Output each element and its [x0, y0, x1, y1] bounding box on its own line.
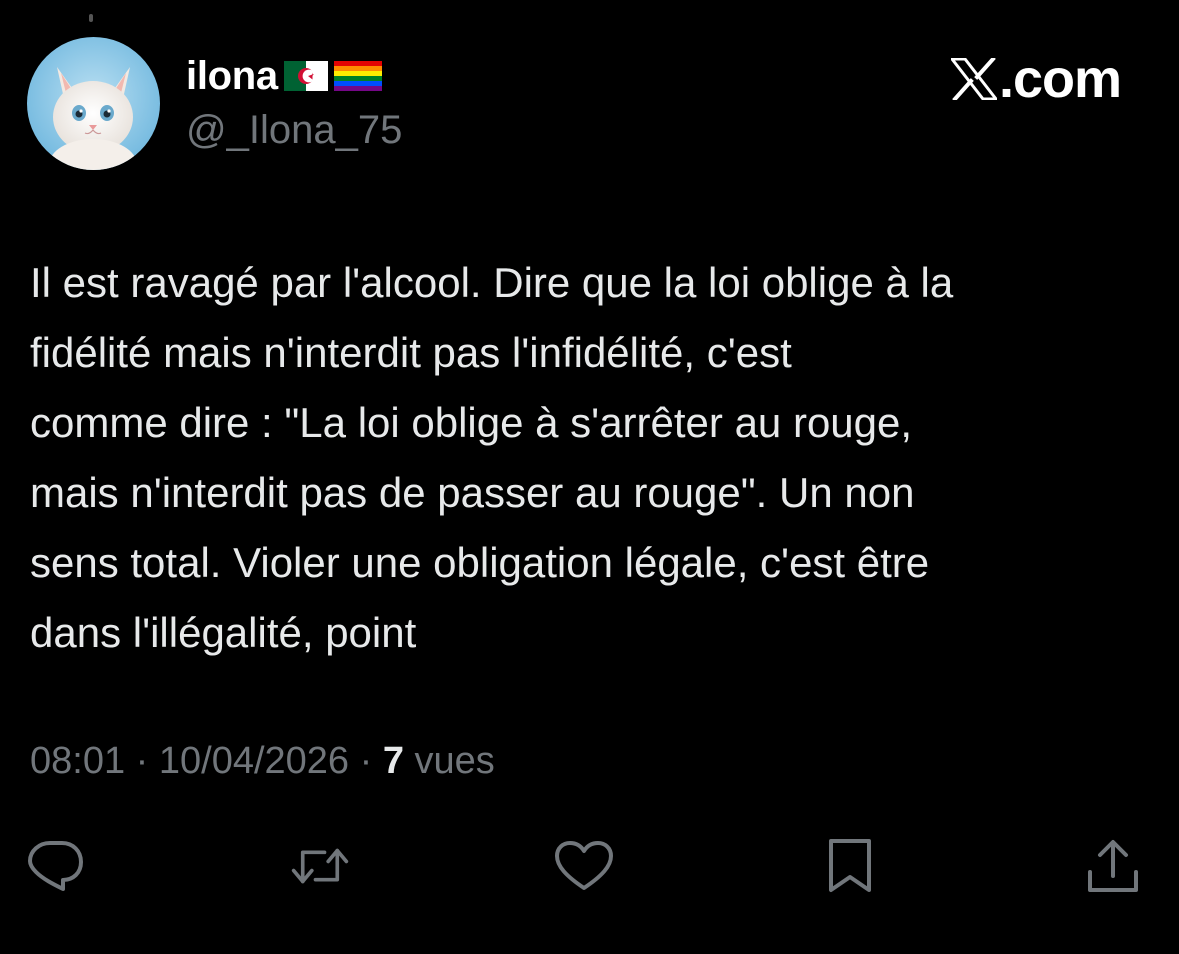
reply-icon	[28, 841, 83, 891]
share-button[interactable]	[1083, 836, 1143, 896]
author-name-row[interactable]: ilona	[186, 52, 382, 100]
retweet-button[interactable]	[290, 836, 350, 896]
heart-icon	[555, 841, 613, 890]
like-button[interactable]	[554, 836, 614, 896]
tweet-time[interactable]: 08:01	[30, 740, 125, 783]
bookmark-button[interactable]	[820, 836, 880, 896]
brand-domain-text: .com	[998, 49, 1122, 109]
kitten-avatar-image	[27, 37, 160, 170]
algeria-flag-icon	[283, 61, 328, 91]
rainbow-flag-icon	[333, 61, 382, 91]
share-icon	[1088, 840, 1138, 892]
tweet-text: Il est ravagé par l'alcool. Dire que la …	[30, 259, 954, 656]
tweet-date[interactable]: 10/04/2026	[159, 740, 349, 783]
views-label[interactable]: vues	[404, 740, 495, 783]
scroll-indicator-dot	[89, 14, 93, 22]
bookmark-icon	[829, 839, 871, 892]
views-count[interactable]: 7	[383, 740, 404, 783]
meta-separator: ·	[349, 740, 383, 782]
tweet-metadata: 08:01 · 10/04/2026 · 7 vues	[30, 740, 495, 783]
display-name[interactable]: ilona	[186, 54, 278, 99]
author-handle[interactable]: @_Ilona_75	[186, 108, 402, 153]
retweet-icon	[291, 848, 349, 884]
x-logo-icon	[950, 58, 997, 100]
x-brand-watermark: .com	[950, 49, 1122, 109]
meta-separator: ·	[125, 740, 159, 782]
reply-button[interactable]	[26, 836, 86, 896]
avatar[interactable]	[27, 37, 160, 170]
tweet-action-bar	[0, 836, 1179, 896]
